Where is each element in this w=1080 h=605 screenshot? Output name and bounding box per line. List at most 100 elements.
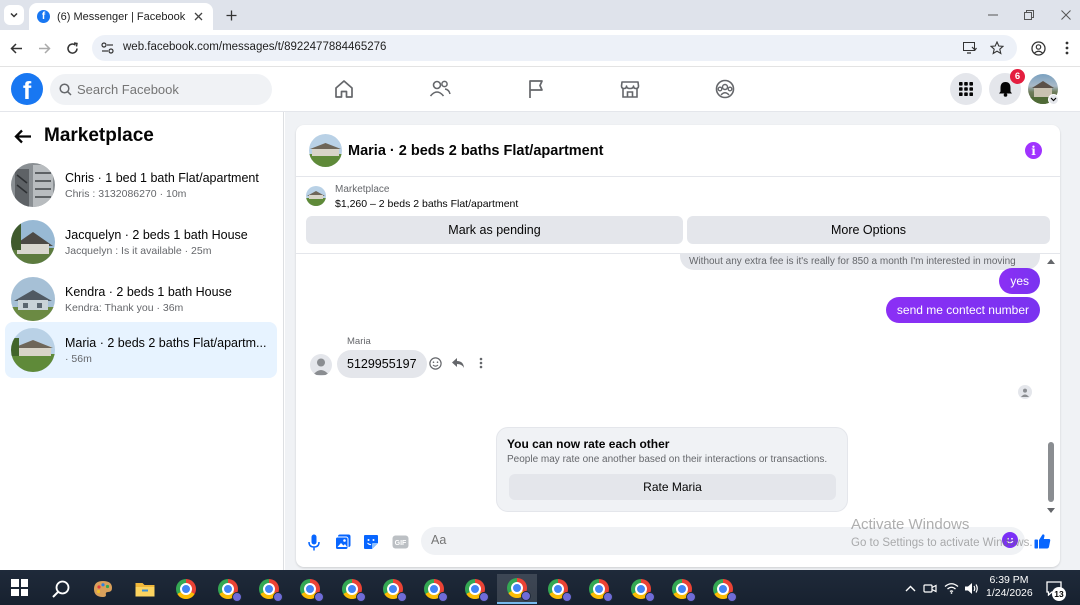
groups-icon[interactable]: [714, 78, 736, 100]
watermark-subtitle: Go to Settings to activate Windows.: [851, 537, 1033, 549]
facebook-search-box[interactable]: [50, 74, 272, 105]
marketplace-title: Marketplace: [44, 125, 154, 146]
new-tab-plus-icon[interactable]: [222, 6, 240, 24]
rating-prompt-title: You can now rate each other: [507, 437, 670, 451]
install-app-icon[interactable]: [962, 40, 978, 56]
more-vertical-icon[interactable]: [473, 355, 489, 371]
taskbar-date: 1/24/2026: [986, 587, 1033, 599]
sender-avatar[interactable]: [310, 354, 332, 376]
taskbar-chrome-profile-icon[interactable]: [662, 574, 702, 604]
site-settings-icon[interactable]: [100, 41, 114, 55]
show-hidden-icons-chevron-icon[interactable]: [902, 580, 918, 596]
tab-search-button[interactable]: [4, 5, 24, 25]
browser-tabstrip: f (6) Messenger | Facebook: [0, 0, 1080, 30]
listing-source-label: Marketplace: [335, 184, 390, 195]
menu-grid-button[interactable]: [950, 73, 982, 105]
restore-window-icon[interactable]: [1020, 6, 1038, 24]
taskbar-paint-icon[interactable]: [83, 574, 123, 604]
info-icon[interactable]: i: [1025, 142, 1042, 159]
conversation-item[interactable]: Kendra · 2 beds 1 bath House Kendra: Tha…: [5, 271, 277, 327]
conversation-item-active[interactable]: Maria · 2 beds 2 baths Flat/apartm... · …: [5, 322, 277, 378]
taskbar-chrome-profile-icon[interactable]: [538, 574, 578, 604]
scrollbar-thumb[interactable]: [1048, 442, 1054, 502]
gif-icon[interactable]: GIF: [391, 533, 409, 551]
pages-flag-icon[interactable]: [525, 78, 547, 100]
mark-as-pending-button[interactable]: Mark as pending: [306, 216, 683, 244]
close-tab-icon[interactable]: [191, 10, 205, 24]
forward-arrow-icon[interactable]: [35, 39, 53, 57]
account-chevron-icon[interactable]: [1048, 94, 1059, 105]
friends-icon[interactable]: [429, 78, 451, 100]
chat-listing-thumbnail[interactable]: [309, 134, 342, 167]
taskbar-chrome-profile-icon[interactable]: [621, 574, 661, 604]
conversation-title: Maria · 2 beds 2 baths Flat/apartm...: [65, 335, 267, 350]
volume-icon[interactable]: [963, 580, 979, 596]
reply-arrow-icon[interactable]: [450, 355, 466, 371]
browser-tab-messenger[interactable]: f (6) Messenger | Facebook: [29, 3, 213, 30]
facebook-logo-icon[interactable]: f: [11, 73, 43, 105]
taskbar-search-icon[interactable]: [41, 574, 81, 604]
windows-start-icon[interactable]: [11, 579, 28, 596]
message-thread: Without any extra fee is it's really for…: [296, 253, 1060, 519]
chat-window: Maria · 2 beds 2 baths Flat/apartment i …: [296, 125, 1060, 567]
facebook-favicon-icon: f: [37, 10, 50, 23]
marketplace-icon[interactable]: [619, 78, 641, 100]
listing-summary[interactable]: Marketplace $1,260 – 2 beds 2 baths Flat…: [296, 177, 1060, 215]
facebook-top-nav: f 6: [0, 67, 1080, 112]
rate-maria-button[interactable]: Rate Maria: [509, 474, 836, 500]
browser-toolbar: web.facebook.com/messages/t/892247788446…: [0, 30, 1080, 67]
rating-prompt-card: You can now rate each other People may r…: [496, 427, 848, 512]
address-bar[interactable]: web.facebook.com/messages/t/892247788446…: [92, 35, 1017, 61]
bookmark-star-icon[interactable]: [989, 40, 1005, 56]
listing-thumbnail: [11, 328, 55, 372]
browser-menu-icon[interactable]: [1058, 39, 1076, 57]
scroll-down-arrow-icon[interactable]: [1047, 506, 1055, 514]
back-arrow-icon[interactable]: [14, 129, 32, 144]
windows-activation-watermark: Activate Windows Go to Settings to activ…: [851, 516, 1033, 549]
reload-icon[interactable]: [63, 39, 81, 57]
photo-gallery-icon[interactable]: [334, 533, 352, 551]
taskbar-chrome-profile-icon[interactable]: [290, 574, 330, 604]
browser-profile-icon[interactable]: [1029, 39, 1047, 57]
conversation-item[interactable]: Chris · 1 bed 1 bath Flat/apartment Chri…: [5, 157, 277, 213]
outgoing-message-bubble[interactable]: send me contect number: [885, 297, 1040, 323]
taskbar-chrome-profile-icon[interactable]: [455, 574, 495, 604]
listing-mini-thumbnail: [306, 186, 326, 206]
back-arrow-icon[interactable]: [7, 39, 25, 57]
taskbar-clock[interactable]: 6:39 PM 1/24/2026: [986, 574, 1033, 600]
url-text[interactable]: web.facebook.com/messages/t/892247788446…: [123, 41, 386, 53]
taskbar-chrome-profile-icon[interactable]: [414, 574, 454, 604]
thread-scrollbar[interactable]: [1047, 253, 1055, 519]
facebook-search-input[interactable]: [77, 82, 257, 97]
close-window-icon[interactable]: [1057, 6, 1075, 24]
action-center-count-badge: 13: [1052, 587, 1066, 601]
taskbar-chrome-profile-icon[interactable]: [249, 574, 289, 604]
conversation-title: Chris · 1 bed 1 bath Flat/apartment: [65, 170, 259, 185]
rating-prompt-subtitle: People may rate one another based on the…: [507, 454, 828, 465]
incoming-message-bubble[interactable]: 5129955197: [337, 350, 427, 378]
microphone-icon[interactable]: [305, 533, 323, 551]
meet-now-icon[interactable]: [922, 580, 938, 596]
outgoing-message-bubble[interactable]: yes: [999, 268, 1040, 294]
taskbar-chrome-profile-icon[interactable]: [373, 574, 413, 604]
more-options-button[interactable]: More Options: [687, 216, 1050, 244]
conversation-title: Kendra · 2 beds 1 bath House: [65, 284, 232, 299]
chat-title[interactable]: Maria · 2 beds 2 baths Flat/apartment: [348, 143, 603, 159]
react-emoji-icon[interactable]: [427, 355, 443, 371]
taskbar-chrome-profile-icon-active[interactable]: [497, 574, 537, 604]
sticker-icon[interactable]: [362, 533, 380, 551]
taskbar-chrome-profile-icon[interactable]: [332, 574, 372, 604]
taskbar-chrome-profile-icon[interactable]: [579, 574, 619, 604]
taskbar-chrome-profile-icon[interactable]: [208, 574, 248, 604]
taskbar-file-explorer-icon[interactable]: [125, 574, 165, 604]
wifi-icon[interactable]: [943, 580, 959, 596]
scroll-up-arrow-icon[interactable]: [1047, 257, 1055, 265]
minimize-window-icon[interactable]: [984, 6, 1002, 24]
conversation-item[interactable]: Jacquelyn · 2 beds 1 bath House Jacquely…: [5, 214, 277, 270]
taskbar-chrome-profile-icon[interactable]: [703, 574, 743, 604]
thumbs-up-icon[interactable]: [1033, 532, 1051, 550]
home-icon[interactable]: [333, 78, 355, 100]
conversation-preview: · 56m: [65, 352, 92, 365]
taskbar-chrome-icon[interactable]: [166, 574, 206, 604]
tab-title: (6) Messenger | Facebook: [57, 10, 186, 23]
